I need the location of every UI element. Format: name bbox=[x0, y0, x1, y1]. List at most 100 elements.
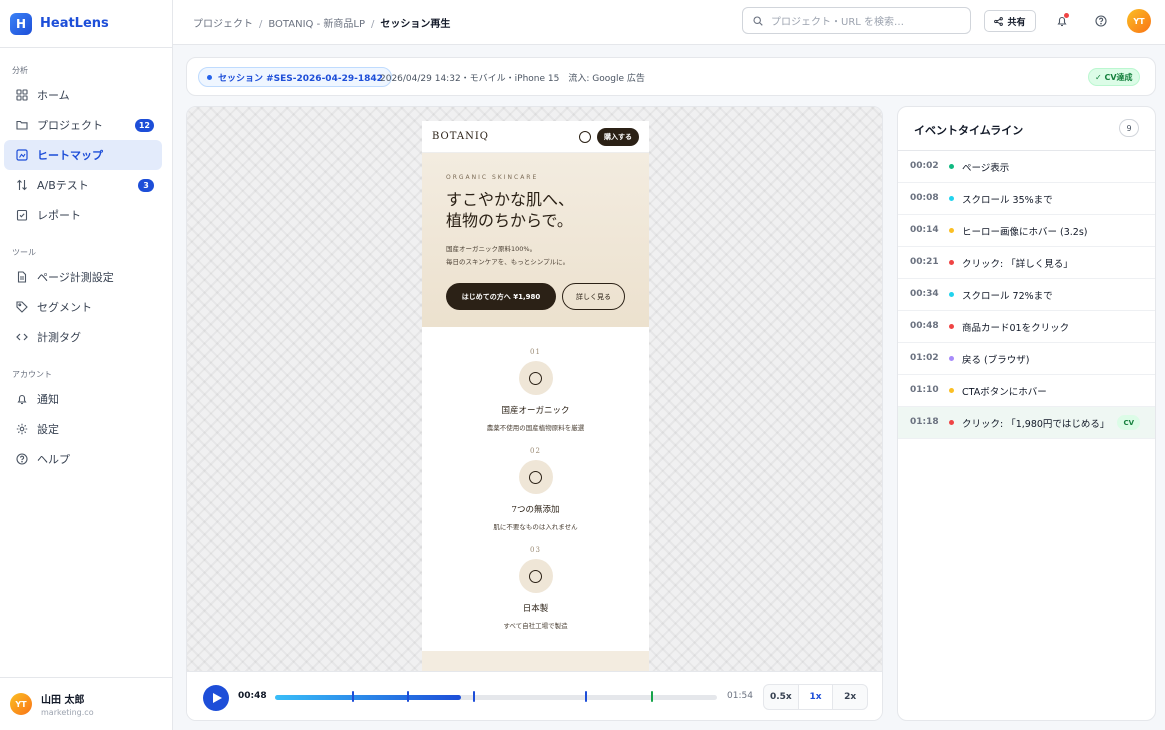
event-label: CTAボタンにホバー bbox=[962, 387, 1047, 398]
breadcrumb-projects[interactable]: プロジェクト bbox=[193, 19, 253, 30]
timeline-header: イベントタイムライン 9 bbox=[898, 107, 1155, 151]
notifications-button[interactable] bbox=[1053, 12, 1071, 30]
preview-header: BOTANIQ 購入する bbox=[422, 121, 649, 153]
event-list: 00:02 ページ表示 00:08 スクロール 35%まで 00:14 ヒーロー画像にホバ… bbox=[898, 151, 1155, 439]
preview-cta-primary: はじめての方へ ¥1,980 bbox=[446, 283, 556, 310]
timeline-scrubber[interactable] bbox=[275, 691, 717, 702]
speed-selector: 0.5x 1x 2x bbox=[763, 684, 868, 710]
bell-icon bbox=[16, 393, 28, 405]
breadcrumb-separator: / bbox=[259, 19, 263, 30]
event-time: 00:14 bbox=[910, 225, 939, 235]
sidebar-item-segment[interactable]: セグメント bbox=[4, 292, 162, 322]
event-row[interactable]: 00:34 スクロール 72%まで bbox=[898, 279, 1155, 311]
breadcrumb-project[interactable]: BOTANIQ - 新商品LP bbox=[268, 19, 365, 30]
feature-title: 日本製 bbox=[522, 604, 549, 614]
event-time: 01:02 bbox=[910, 353, 939, 363]
session-id-chip[interactable]: セッション #SES-2026-04-29-1842 bbox=[198, 67, 392, 87]
event-type-dot bbox=[949, 388, 954, 393]
speed-option-1x[interactable]: 1x bbox=[797, 685, 834, 709]
logo-mark: H bbox=[10, 12, 32, 35]
sidebar-item-settings[interactable]: 設定 bbox=[4, 414, 162, 444]
share-button[interactable]: 共有 bbox=[984, 10, 1036, 32]
timeline-event-marker[interactable] bbox=[651, 691, 654, 702]
sidebar-item-projects[interactable]: プロジェクト 12 bbox=[4, 110, 162, 140]
feature-number: 01 bbox=[530, 348, 541, 356]
share-label: 共有 bbox=[1007, 17, 1026, 28]
event-time: 00:02 bbox=[910, 161, 939, 171]
event-row[interactable]: 00:08 スクロール 35%まで bbox=[898, 183, 1155, 215]
timeline-event-marker[interactable] bbox=[406, 691, 409, 702]
sidebar-item-label: ページ計測設定 bbox=[37, 271, 114, 284]
sidebar-item-label: セグメント bbox=[37, 301, 92, 314]
session-player: BOTANIQ 購入する ORGANIC SKINCARE すこやかな肌へ、 植… bbox=[186, 106, 883, 721]
share-icon bbox=[994, 16, 1004, 26]
sidebar-item-heatmap[interactable]: ヒートマップ bbox=[4, 140, 162, 170]
user-org: marketing.co bbox=[41, 708, 94, 717]
conversion-tag: CV bbox=[1117, 415, 1140, 430]
sidebar-item-home[interactable]: ホーム bbox=[4, 80, 162, 110]
section-label-analysis: 分析 bbox=[12, 66, 28, 75]
projects-count-badge: 12 bbox=[134, 119, 154, 132]
speed-option-0.5x[interactable]: 0.5x bbox=[764, 685, 798, 709]
event-row[interactable]: 00:14 ヒーロー画像にホバー (3.2s) bbox=[898, 215, 1155, 247]
feature-number: 02 bbox=[530, 447, 541, 455]
search-placeholder: プロジェクト・URL を検索… bbox=[771, 17, 905, 28]
sidebar-item-help[interactable]: ヘルプ bbox=[4, 444, 162, 474]
avatar[interactable]: YT bbox=[1127, 9, 1151, 33]
sidebar-item-page-tracking[interactable]: ページ計測設定 bbox=[4, 262, 162, 292]
event-type-dot bbox=[949, 228, 954, 233]
event-label: 商品カード01をクリック bbox=[962, 323, 1070, 334]
event-time: 01:18 bbox=[910, 417, 939, 427]
timeline-event-marker[interactable] bbox=[585, 691, 588, 702]
sidebar-item-label: プロジェクト bbox=[37, 119, 103, 132]
event-time: 00:34 bbox=[910, 289, 939, 299]
event-label: クリック: 「1,980円ではじめる」 bbox=[962, 419, 1110, 430]
ab-test-count-badge: 3 bbox=[138, 179, 154, 192]
event-label: クリック: 「詳しく見る」 bbox=[962, 259, 1073, 270]
user-profile[interactable]: YT 山田 太郎 marketing.co bbox=[0, 677, 172, 730]
event-type-dot bbox=[949, 324, 954, 329]
breadcrumb-current: セッション再生 bbox=[380, 19, 451, 30]
sidebar-item-label: レポート bbox=[37, 209, 81, 222]
event-row[interactable]: 00:21 クリック: 「詳しく見る」 bbox=[898, 247, 1155, 279]
event-row[interactable]: 01:18 クリック: 「1,980円ではじめる」 CV bbox=[898, 407, 1155, 439]
speed-option-2x[interactable]: 2x bbox=[833, 685, 867, 709]
help-button[interactable] bbox=[1092, 12, 1110, 30]
mobile-page-preview[interactable]: BOTANIQ 購入する ORGANIC SKINCARE すこやかな肌へ、 植… bbox=[422, 121, 649, 671]
timeline-event-marker[interactable] bbox=[472, 691, 475, 702]
grid-icon bbox=[16, 89, 28, 101]
preview-brand-logo: BOTANIQ bbox=[432, 131, 489, 142]
gear-icon bbox=[16, 423, 28, 435]
progress-fill bbox=[275, 695, 461, 700]
sidebar-item-tracking-tag[interactable]: 計測タグ bbox=[4, 322, 162, 352]
ab-test-icon bbox=[16, 179, 28, 191]
user-name: 山田 太郎 bbox=[41, 695, 85, 706]
event-row[interactable]: 01:10 CTAボタンにホバー bbox=[898, 375, 1155, 407]
tag-icon bbox=[16, 301, 28, 313]
feature-title: 7つの無添加 bbox=[511, 505, 560, 515]
sidebar-item-notifications[interactable]: 通知 bbox=[4, 384, 162, 414]
preview-hero: ORGANIC SKINCARE すこやかな肌へ、 植物のちからで。 国産オーガ… bbox=[422, 153, 649, 327]
current-time: 00:48 bbox=[238, 691, 267, 701]
section-label-tools: ツール bbox=[12, 248, 36, 257]
event-type-dot bbox=[949, 164, 954, 169]
event-row[interactable]: 00:02 ページ表示 bbox=[898, 151, 1155, 183]
feature-icon bbox=[518, 361, 553, 395]
notification-dot bbox=[1064, 13, 1069, 18]
sidebar-item-label: 通知 bbox=[37, 393, 59, 406]
report-icon bbox=[16, 209, 28, 221]
event-row[interactable]: 00:48 商品カード01をクリック bbox=[898, 311, 1155, 343]
sidebar-item-report[interactable]: レポート bbox=[4, 200, 162, 230]
event-type-dot bbox=[949, 292, 954, 297]
feature-title: 国産オーガニック bbox=[501, 406, 570, 416]
sidebar-item-ab-test[interactable]: A/Bテスト 3 bbox=[4, 170, 162, 200]
code-icon bbox=[16, 331, 28, 343]
preview-buy-button: 購入する bbox=[597, 128, 639, 146]
status-badge: ✓ CV達成 bbox=[1088, 68, 1140, 86]
search-input[interactable]: プロジェクト・URL を検索… bbox=[742, 7, 971, 34]
event-row[interactable]: 01:02 戻る (ブラウザ) bbox=[898, 343, 1155, 375]
feature-desc: 農薬不使用の国産植物原料を厳選 bbox=[486, 424, 585, 432]
play-button[interactable] bbox=[203, 685, 229, 711]
feature-number: 03 bbox=[530, 546, 541, 554]
app-logo[interactable]: H HeatLens bbox=[0, 0, 172, 48]
